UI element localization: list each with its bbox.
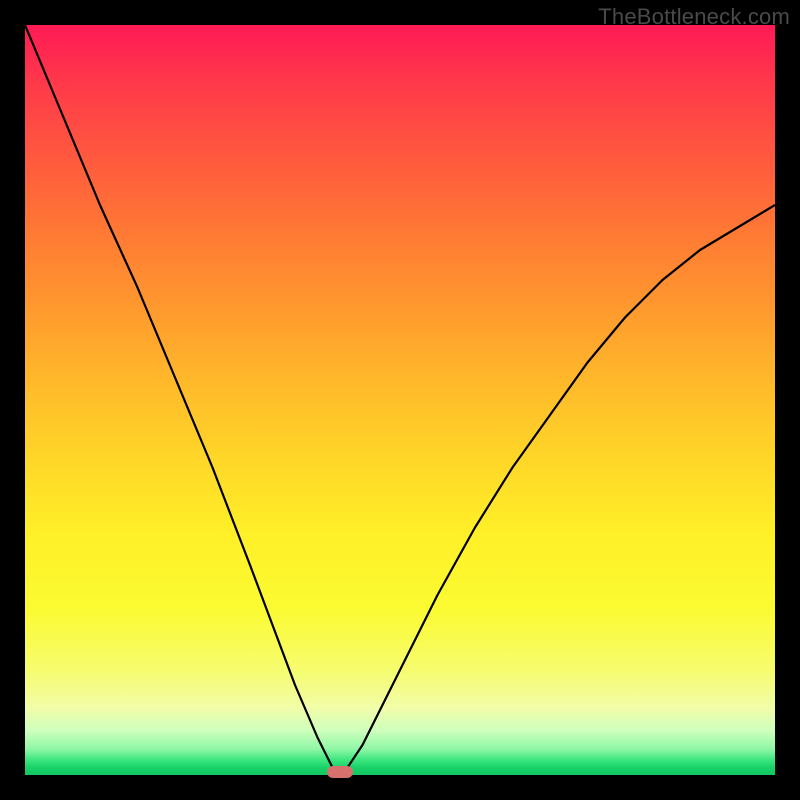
watermark-text: TheBottleneck.com	[598, 4, 790, 30]
bottleneck-curve	[25, 25, 775, 775]
chart-frame	[25, 25, 775, 775]
minimum-marker	[327, 766, 353, 778]
